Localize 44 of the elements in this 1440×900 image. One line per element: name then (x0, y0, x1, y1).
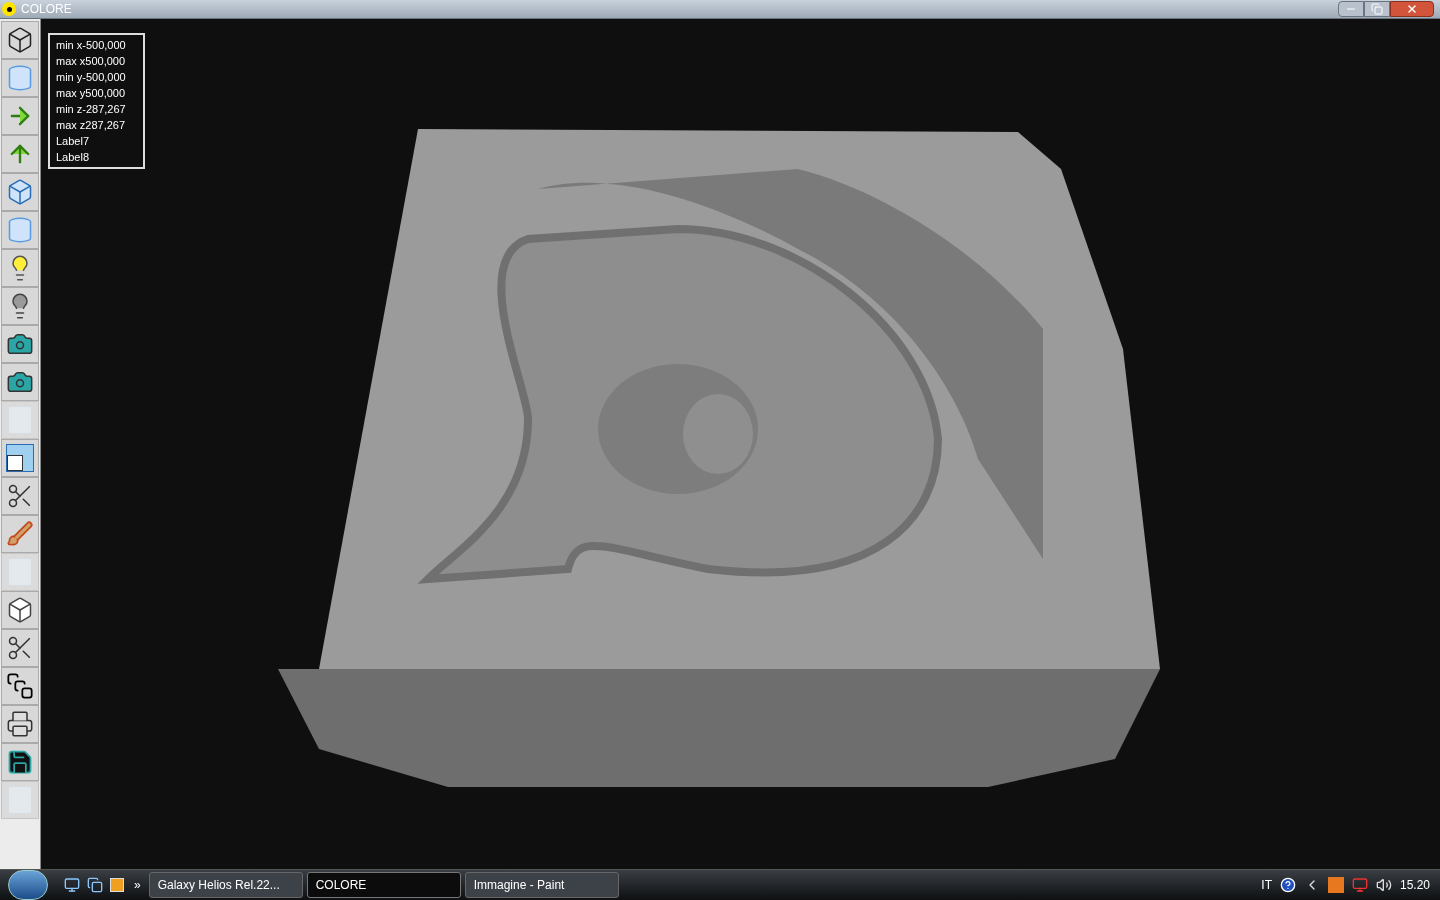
window-title: COLORE (21, 1, 72, 18)
window-icon (6, 444, 34, 472)
tool-button[interactable] (1, 287, 39, 325)
tool-button[interactable] (1, 743, 39, 781)
printer-icon (6, 710, 34, 738)
tool-button[interactable] (1, 591, 39, 629)
taskbar-task-button[interactable]: Galaxy Helios Rel.22... (148, 872, 303, 898)
info-label: min z-287,267 (56, 102, 127, 117)
info-label: min x-500,000 (56, 38, 127, 53)
tray-app-icon[interactable] (1327, 877, 1344, 893)
close-button[interactable] (1390, 1, 1434, 17)
help-icon[interactable] (1279, 877, 1296, 893)
minimize-button[interactable] (1338, 1, 1364, 17)
tool-button[interactable] (1, 705, 39, 743)
taskbar-overflow-button[interactable]: » (134, 876, 141, 894)
info-label: Label8 (56, 150, 91, 165)
wireframe-box-icon (6, 26, 34, 54)
cylinder-icon (6, 216, 34, 244)
restore-icon (1371, 3, 1383, 15)
start-button[interactable] (8, 870, 48, 900)
volume-icon[interactable] (1375, 877, 1392, 893)
tool-button[interactable] (1, 363, 39, 401)
close-icon (1406, 3, 1418, 15)
restore-button[interactable] (1364, 1, 1390, 17)
tool-button[interactable] (1, 629, 39, 667)
tool-button[interactable] (1, 439, 39, 477)
clock[interactable]: 15.20 (1399, 876, 1430, 894)
info-label: max x500,000 (56, 54, 127, 69)
tool-button[interactable] (1, 477, 39, 515)
brush-icon (6, 520, 34, 548)
cube-icon (6, 596, 34, 624)
taskbar-task-button[interactable]: Immagine - Paint (464, 872, 619, 898)
desktop-icon[interactable] (64, 877, 80, 893)
tool-button[interactable] (1, 21, 39, 59)
info-label: max y500,000 (56, 86, 127, 101)
cylinder-icon (6, 64, 34, 92)
tool-button[interactable] (1, 325, 39, 363)
tool-button[interactable] (1, 667, 39, 705)
taskbar-task-button[interactable]: COLORE (306, 872, 461, 898)
info-label: max z287,267 (56, 118, 127, 133)
info-label: min y-500,000 (56, 70, 127, 85)
windows-icon[interactable] (87, 877, 103, 893)
language-indicator[interactable]: IT (1261, 876, 1272, 894)
info-label: Label7 (56, 134, 91, 149)
